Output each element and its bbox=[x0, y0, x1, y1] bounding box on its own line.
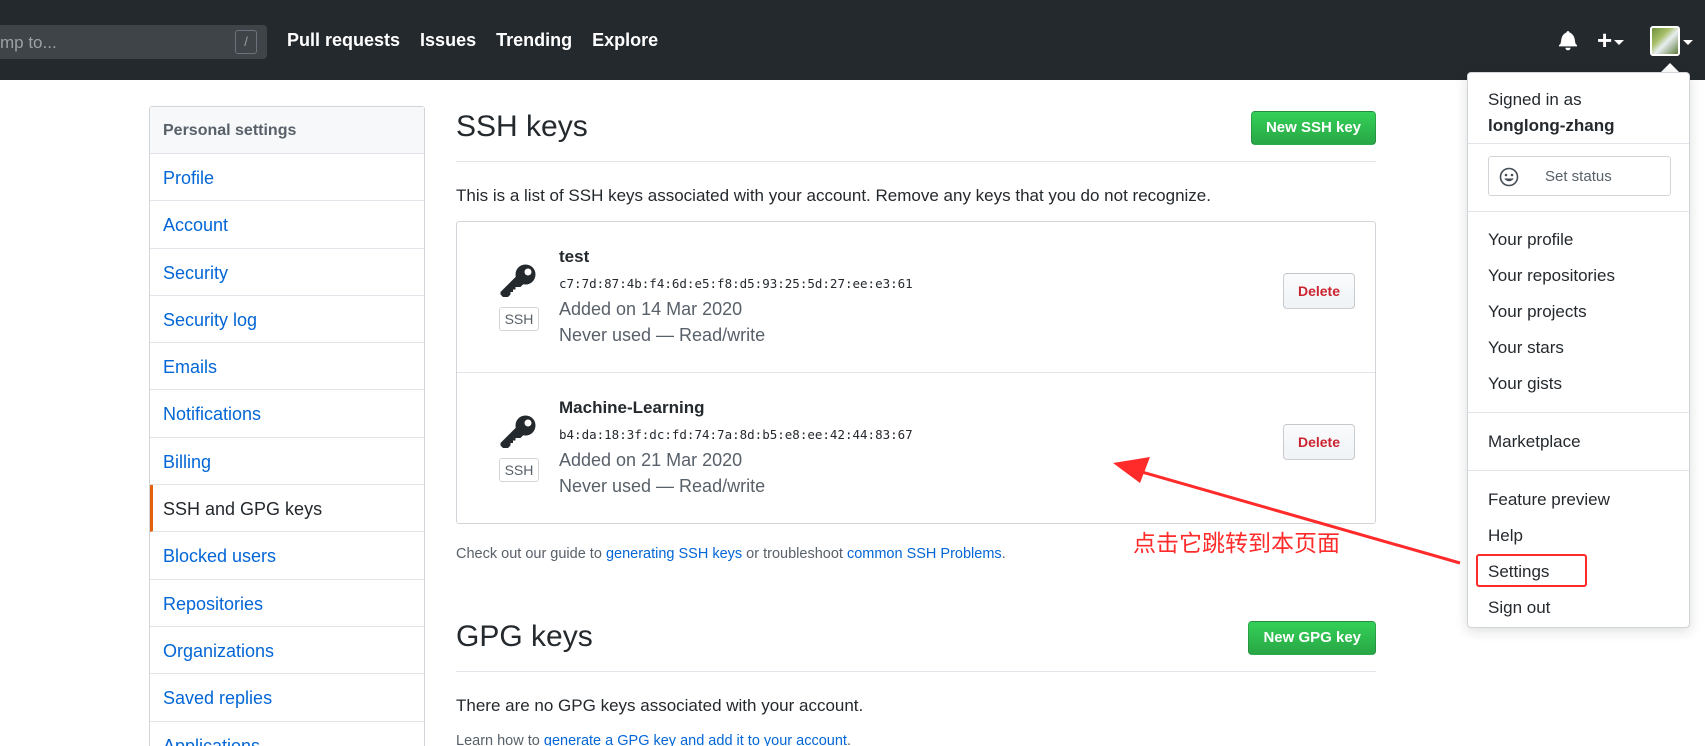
divider bbox=[1468, 470, 1689, 471]
ssh-key-row: SSH Machine-Learning b4:da:18:3f:dc:fd:7… bbox=[457, 372, 1375, 522]
key-usage: Never used — Read/write bbox=[559, 476, 766, 496]
sidebar-item-security-log[interactable]: Security log bbox=[150, 296, 424, 344]
common-ssh-problems-link[interactable]: common SSH Problems bbox=[847, 546, 1002, 562]
ssh-key-row: SSH test c7:7d:87:4b:f4:6d:e5:f8:d5:93:2… bbox=[457, 222, 1375, 372]
sidebar-item-billing[interactable]: Billing bbox=[150, 438, 424, 486]
new-ssh-key-button[interactable]: New SSH key bbox=[1250, 111, 1376, 145]
gpg-keys-title: GPG keys bbox=[456, 620, 593, 653]
key-fingerprint: b4:da:18:3f:dc:fd:74:7a:8d:b5:e8:ee:42:4… bbox=[559, 427, 913, 442]
divider bbox=[1468, 211, 1689, 212]
menu-help[interactable]: Help bbox=[1488, 526, 1523, 546]
search-input[interactable]: mp to... / bbox=[0, 25, 267, 59]
menu-your-repositories[interactable]: Your repositories bbox=[1488, 266, 1615, 286]
ssh-type-label: SSH bbox=[499, 458, 539, 482]
nav-issues[interactable]: Issues bbox=[420, 30, 476, 51]
ssh-type-label: SSH bbox=[499, 307, 539, 331]
settings-sidebar: Personal settings Profile Account Securi… bbox=[149, 106, 425, 746]
sidebar-item-security[interactable]: Security bbox=[150, 249, 424, 296]
guide-middle: or troubleshoot bbox=[742, 546, 847, 562]
nav-trending[interactable]: Trending bbox=[496, 30, 572, 51]
gpg-learn-text: Learn how to generate a GPG key and add … bbox=[456, 733, 851, 746]
menu-sign-out[interactable]: Sign out bbox=[1488, 598, 1550, 618]
guide-suffix: . bbox=[1001, 546, 1006, 562]
generate-gpg-key-link[interactable]: generate a GPG key and add it to your ac… bbox=[544, 733, 847, 746]
annotation-text: 点击它跳转到本页面 bbox=[1133, 530, 1340, 556]
set-status-button[interactable]: Set status bbox=[1488, 156, 1671, 196]
sidebar-item-emails[interactable]: Emails bbox=[150, 343, 424, 391]
divider bbox=[1468, 143, 1689, 144]
gpg-empty-text: There are no GPG keys associated with yo… bbox=[456, 696, 864, 715]
gpg-section-header: GPG keys New GPG key bbox=[456, 620, 1376, 672]
nav-explore[interactable]: Explore bbox=[592, 30, 658, 51]
key-name: test bbox=[559, 247, 590, 266]
chevron-down-icon bbox=[1614, 39, 1625, 45]
learn-prefix: Learn how to bbox=[456, 733, 544, 746]
key-added-date: Added on 14 Mar 2020 bbox=[559, 299, 743, 319]
search-placeholder: mp to... bbox=[0, 33, 57, 52]
dropdown-caret bbox=[1661, 63, 1679, 72]
user-dropdown-menu: Signed in as longlong-zhang Set status Y… bbox=[1467, 72, 1690, 628]
delete-key-button[interactable]: Delete bbox=[1283, 424, 1355, 460]
sidebar-heading: Personal settings bbox=[150, 107, 424, 154]
username: longlong-zhang bbox=[1488, 116, 1615, 135]
divider bbox=[1468, 412, 1689, 413]
plus-icon: + bbox=[1597, 25, 1613, 55]
ssh-description: This is a list of SSH keys associated wi… bbox=[456, 186, 1211, 205]
learn-suffix: . bbox=[846, 733, 851, 746]
menu-feature-preview[interactable]: Feature preview bbox=[1488, 490, 1610, 510]
ssh-key-list: SSH test c7:7d:87:4b:f4:6d:e5:f8:d5:93:2… bbox=[456, 221, 1376, 524]
sidebar-item-saved-replies[interactable]: Saved replies bbox=[150, 674, 424, 722]
sidebar-item-account[interactable]: Account bbox=[150, 201, 424, 249]
signed-in-info: Signed in as longlong-zhang bbox=[1488, 87, 1615, 139]
ssh-keys-title: SSH keys bbox=[456, 110, 588, 143]
key-name: Machine-Learning bbox=[559, 398, 705, 417]
sidebar-item-profile[interactable]: Profile bbox=[150, 154, 424, 202]
top-header: mp to... / Pull requests Issues Trending… bbox=[0, 0, 1705, 80]
key-added-date: Added on 21 Mar 2020 bbox=[559, 450, 743, 470]
menu-marketplace[interactable]: Marketplace bbox=[1488, 432, 1581, 452]
guide-prefix: Check out our guide to bbox=[456, 546, 606, 562]
avatar bbox=[1650, 26, 1680, 56]
menu-your-stars[interactable]: Your stars bbox=[1488, 338, 1564, 358]
generating-ssh-keys-link[interactable]: generating SSH keys bbox=[606, 546, 742, 562]
set-status-label: Set status bbox=[1545, 168, 1612, 185]
key-icon bbox=[498, 413, 538, 458]
key-fingerprint: c7:7d:87:4b:f4:6d:e5:f8:d5:93:25:5d:27:e… bbox=[559, 276, 913, 291]
sidebar-item-notifications[interactable]: Notifications bbox=[150, 390, 424, 438]
search-shortcut-key: / bbox=[235, 30, 257, 54]
key-usage: Never used — Read/write bbox=[559, 325, 766, 345]
new-gpg-key-button[interactable]: New GPG key bbox=[1248, 621, 1376, 655]
nav-pull-requests[interactable]: Pull requests bbox=[287, 30, 400, 51]
create-new-button[interactable]: + bbox=[1597, 25, 1625, 55]
menu-your-gists[interactable]: Your gists bbox=[1488, 374, 1562, 394]
delete-key-button[interactable]: Delete bbox=[1283, 273, 1355, 309]
sidebar-item-ssh-gpg-keys[interactable]: SSH and GPG keys bbox=[150, 485, 424, 533]
sidebar-item-applications[interactable]: Applications bbox=[150, 722, 424, 746]
ssh-guide-text: Check out our guide to generating SSH ke… bbox=[456, 546, 1006, 562]
ssh-section-header: SSH keys New SSH key bbox=[456, 110, 1376, 162]
signed-in-label: Signed in as bbox=[1488, 90, 1582, 109]
settings-highlight-box bbox=[1476, 554, 1587, 587]
key-icon bbox=[498, 262, 538, 307]
menu-your-projects[interactable]: Your projects bbox=[1488, 302, 1587, 322]
top-nav: Pull requests Issues Trending Explore bbox=[287, 30, 658, 51]
sidebar-item-organizations[interactable]: Organizations bbox=[150, 627, 424, 675]
user-menu-button[interactable] bbox=[1650, 26, 1694, 58]
sidebar-item-blocked-users[interactable]: Blocked users bbox=[150, 532, 424, 580]
bell-icon[interactable] bbox=[1559, 29, 1577, 56]
menu-your-profile[interactable]: Your profile bbox=[1488, 230, 1573, 250]
smiley-icon bbox=[1499, 167, 1519, 192]
sidebar-item-repositories[interactable]: Repositories bbox=[150, 580, 424, 627]
chevron-down-icon bbox=[1683, 40, 1693, 45]
